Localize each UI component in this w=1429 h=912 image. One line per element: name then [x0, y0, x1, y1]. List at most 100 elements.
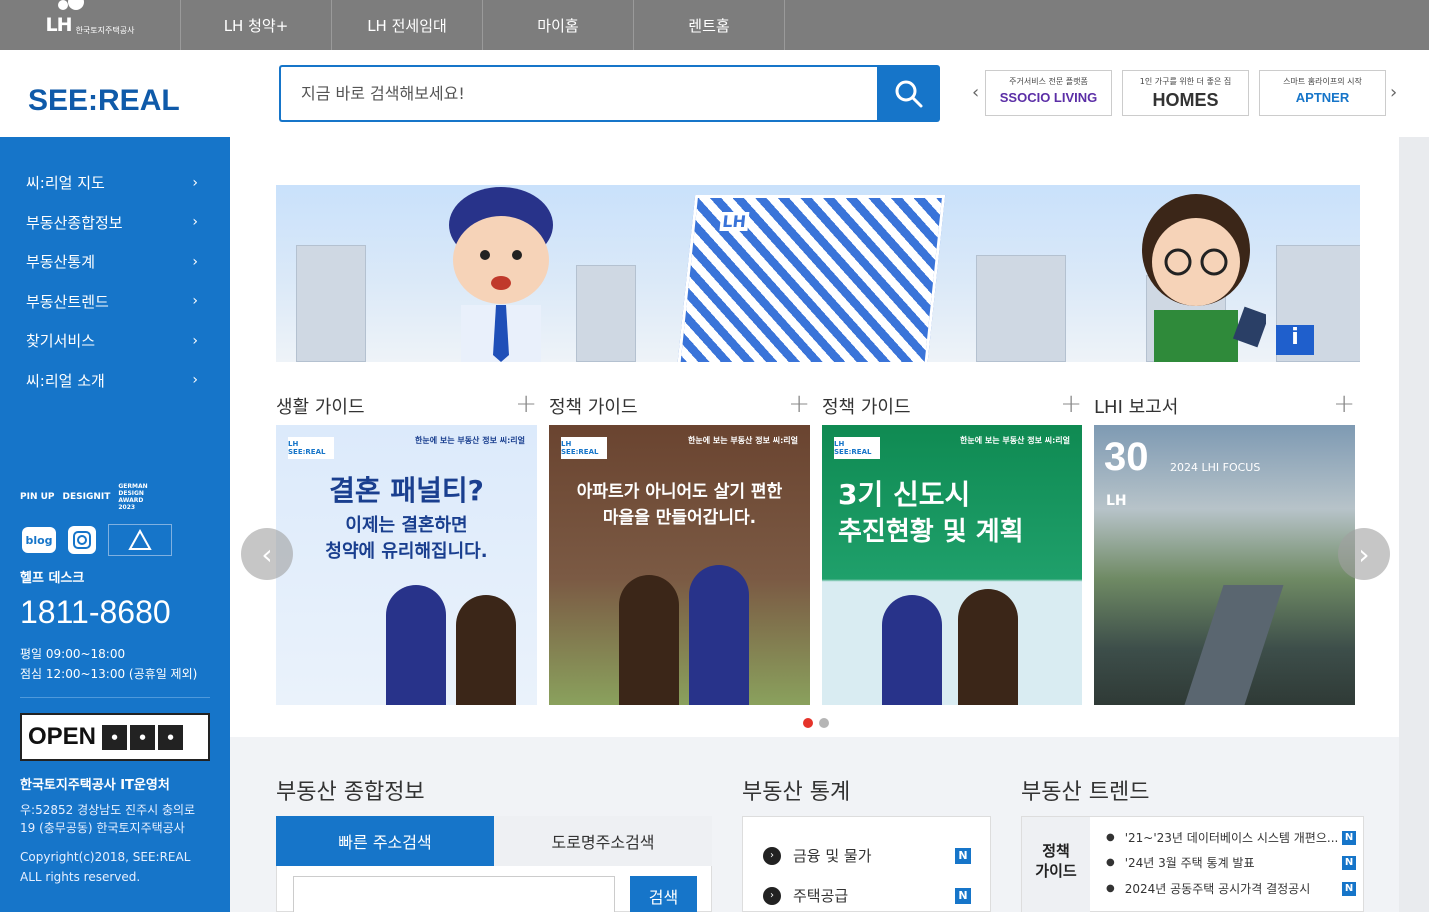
sidebar-item-find-service[interactable]: 찾기서비스 ›	[0, 321, 230, 361]
search-input[interactable]	[301, 84, 878, 103]
guide-title-row: 정책 가이드 +	[822, 391, 1082, 421]
search-button[interactable]	[877, 65, 940, 122]
partner-caption: 스마트 홈라이프의 시작	[1283, 77, 1362, 86]
building-illustration	[976, 255, 1066, 362]
scrollbar-track[interactable]	[1399, 137, 1429, 912]
lh-logo[interactable]: LH 한국토지주택공사	[0, 0, 181, 50]
partner-name: HOMES	[1152, 90, 1219, 110]
instagram-icon[interactable]	[68, 526, 96, 554]
help-desk-title: 헬프 데스크	[20, 571, 85, 586]
carousel-dot[interactable]	[819, 718, 829, 728]
building-illustration	[576, 265, 636, 362]
search-icon	[895, 80, 922, 107]
building-illustration	[296, 245, 366, 362]
header: SEE:REAL ‹ 주거서비스 전문 플랫폼 SSOCIO LIVING 1인…	[0, 50, 1429, 137]
circle-arrow-icon: ›	[763, 886, 781, 905]
address-search-input[interactable]	[293, 876, 615, 912]
report-number: 30	[1104, 435, 1149, 479]
sidebar-menu: 씨:리얼 지도 › 부동산종합정보 › 부동산통계 › 부동산트렌드 › 찾기서비스 › …	[0, 163, 230, 400]
partner-homes[interactable]: 1인 가구를 위한 더 좋은 집 HOMES	[1122, 70, 1249, 116]
character-illustration	[882, 595, 942, 705]
guide-title-row: 생활 가이드 +	[276, 391, 537, 421]
license-noderivs-icon: ●	[158, 724, 184, 750]
sidebar-item-label: 씨:리얼 소개	[26, 371, 105, 390]
plus-icon[interactable]: +	[1333, 391, 1355, 421]
copyright-line: ALL rights reserved.	[20, 870, 141, 884]
address-search-button[interactable]: 검색	[630, 876, 697, 912]
list-item[interactable]: ● 2024년 공동주택 공시가격 결정공시 N	[1106, 880, 1356, 897]
card-subline: 마을을 만들어갑니다.	[602, 508, 757, 528]
sidebar-item-about[interactable]: 씨:리얼 소개 ›	[0, 361, 230, 401]
sidebar-item-map[interactable]: 씨:리얼 지도 ›	[0, 163, 230, 203]
lh-logo-text: LH	[45, 0, 84, 36]
trend-category-label[interactable]: 정책 가이드	[1022, 817, 1090, 912]
section-title-trend: 부동산 트렌드	[1021, 780, 1150, 805]
bullet-icon: ●	[1106, 832, 1115, 843]
list-item[interactable]: › 금융 및 물가 N	[763, 845, 971, 866]
sidebar-item-trend[interactable]: 부동산트렌드 ›	[0, 282, 230, 322]
list-item-label: '21~'23년 데이터베이스 시스템 개편으...	[1124, 831, 1339, 845]
report-brand: LH	[1106, 493, 1127, 509]
bullet-icon: ●	[1106, 883, 1115, 894]
hours-lunch: 점심 12:00~13:00 (공휴일 제외)	[20, 667, 198, 681]
guide-card[interactable]: LH SEE:REAL 한눈에 보는 부동산 정보 씨:리얼 결혼 패널티? 이…	[276, 425, 537, 705]
partner-caption: 주거서비스 전문 플랫폼	[1009, 77, 1088, 86]
report-subtitle: 2024 LHI FOCUS	[1170, 461, 1261, 474]
open-license-badge: OPEN ● ● ●	[20, 713, 210, 761]
statistics-list: › 금융 및 물가 N › 주택공급 N	[742, 816, 991, 912]
awards: PIN UP DESIGNIT GERMAN DESIGN AWARD 2023	[20, 483, 158, 511]
section-title-statistics: 부동산 통계	[742, 780, 851, 805]
seereal-logo[interactable]: SEE:REAL	[28, 84, 180, 118]
list-item[interactable]: ● '21~'23년 데이터베이스 시스템 개편으... N	[1106, 829, 1356, 846]
nav-renthome[interactable]: 렌트홈	[634, 0, 785, 50]
plus-icon[interactable]: +	[788, 391, 810, 421]
partner-name: APTNER	[1295, 90, 1350, 105]
nav-myhome[interactable]: 마이홈	[483, 0, 634, 50]
guide-title: LHI 보고서	[1094, 397, 1179, 418]
guide-card[interactable]: 30 2024 LHI FOCUS LH	[1094, 425, 1355, 705]
character-illustration	[689, 565, 749, 705]
partner-next-arrow[interactable]: ›	[1390, 82, 1397, 103]
address-line: 19 (충무공동) 한국토지주택공사	[20, 821, 185, 835]
trend-label-line: 정책	[1042, 842, 1070, 860]
nav-lh-jeonse[interactable]: LH 전세임대	[332, 0, 483, 50]
blog-icon[interactable]: blog	[22, 527, 56, 553]
list-item[interactable]: › 주택공급 N	[763, 885, 971, 906]
character-illustration	[386, 585, 446, 705]
carousel-dot-active[interactable]	[803, 718, 813, 728]
carousel-prev-button[interactable]: ‹	[241, 528, 293, 580]
license-noncommercial-icon: ●	[130, 724, 156, 750]
partner-ssocio[interactable]: 주거서비스 전문 플랫폼 SSOCIO LIVING	[985, 70, 1112, 116]
card-tag: 한눈에 보는 부동산 정보 씨:리얼	[687, 436, 798, 445]
license-icons: ● ● ●	[102, 724, 184, 750]
license-attribution-icon: ●	[102, 724, 128, 750]
sidebar-item-statistics[interactable]: 부동산통계 ›	[0, 242, 230, 282]
card-subline: 청약에 유리해집니다.	[325, 541, 488, 562]
lh-tower-illustration: LH	[676, 195, 946, 362]
guide-card[interactable]: LH SEE:REAL 한눈에 보는 부동산 정보 씨:리얼 3기 신도시 추진…	[822, 425, 1082, 705]
partner-prev-arrow[interactable]: ‹	[972, 82, 979, 103]
guide-card[interactable]: LH SEE:REAL 한눈에 보는 부동산 정보 씨:리얼 아파트가 아니어도…	[549, 425, 810, 705]
copyright-line: Copyright(c)2018, SEE:REAL	[20, 850, 191, 864]
plus-icon[interactable]: +	[515, 391, 537, 421]
tab-quick-address[interactable]: 빠른 주소검색	[276, 816, 494, 866]
guide-column-lhi-report: LHI 보고서 + 30 2024 LHI FOCUS LH	[1094, 391, 1355, 713]
list-item[interactable]: ● '24년 3월 주택 통계 발표 N	[1106, 854, 1356, 871]
sidebar-item-label: 부동산종합정보	[26, 213, 123, 232]
search-box	[279, 65, 878, 122]
tab-road-address[interactable]: 도로명주소검색	[494, 816, 712, 866]
plus-icon[interactable]: +	[1060, 391, 1082, 421]
carousel-next-button[interactable]: ›	[1338, 528, 1390, 580]
card-headline: 결혼 패널티?	[329, 474, 484, 507]
award-designit: DESIGNIT	[62, 492, 111, 502]
hero-banner[interactable]: LH i	[276, 185, 1360, 362]
list-item-label: 2024년 공동주택 공시가격 결정공시	[1124, 882, 1311, 896]
highway-illustration	[1184, 585, 1284, 705]
card-subline: 이제는 결혼하면	[345, 515, 468, 536]
guide-title-row: 정책 가이드 +	[549, 391, 810, 421]
partner-aptner[interactable]: 스마트 홈라이프의 시작 APTNER	[1259, 70, 1386, 116]
sidebar-item-realestate-info[interactable]: 부동산종합정보 ›	[0, 203, 230, 243]
lh-logo-sub: 한국토지주택공사	[75, 25, 135, 35]
nav-lh-subscription[interactable]: LH 청약+	[181, 0, 332, 50]
address-search-body: 검색	[276, 866, 712, 912]
